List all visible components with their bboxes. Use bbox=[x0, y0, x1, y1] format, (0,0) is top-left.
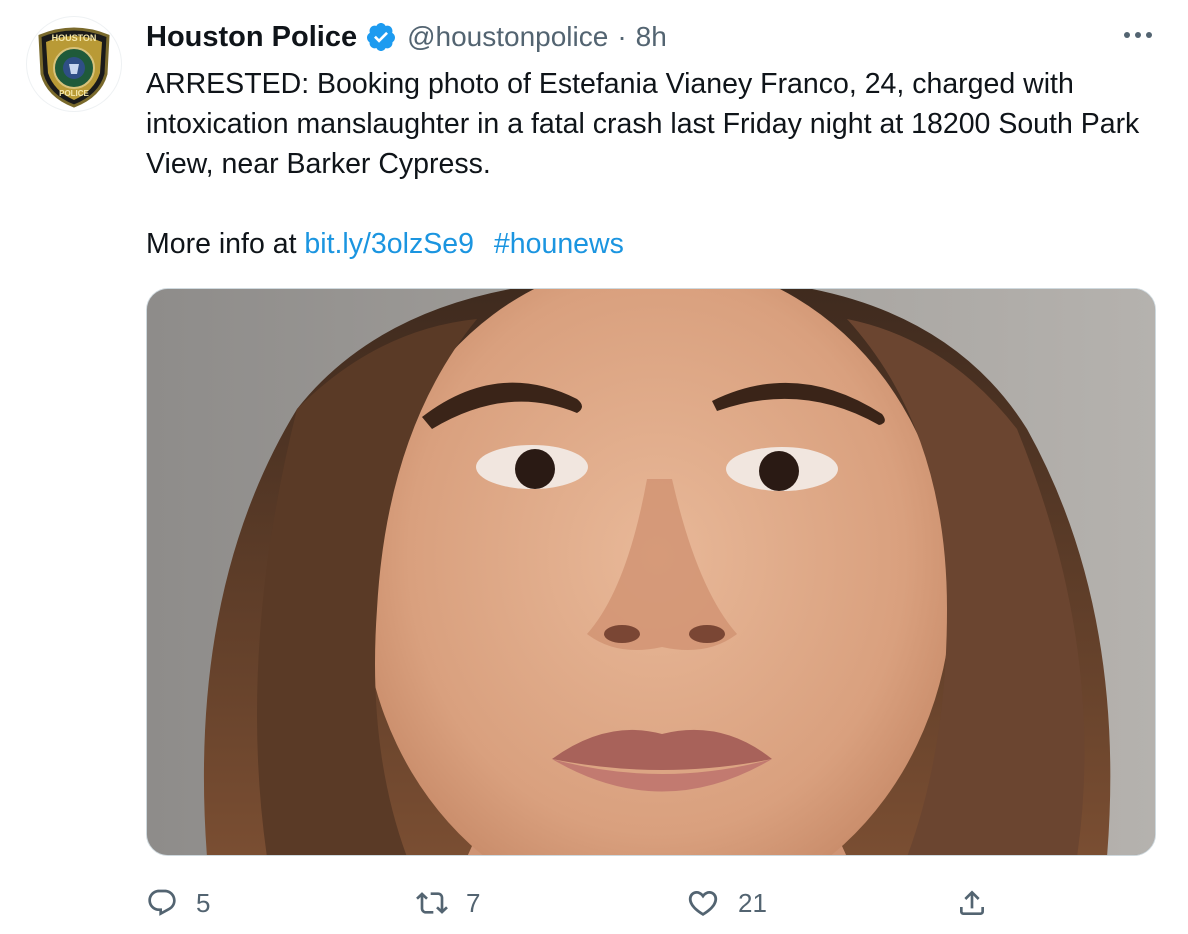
houston-police-badge-logo: HOUSTON POLICE bbox=[38, 27, 110, 108]
heart-icon bbox=[688, 890, 718, 916]
like-count: 21 bbox=[738, 887, 767, 918]
retweet-icon bbox=[416, 892, 448, 914]
share-icon bbox=[960, 890, 984, 915]
more-horizontal-icon bbox=[1124, 32, 1152, 38]
author-name[interactable]: Houston Police bbox=[146, 21, 357, 54]
retweet-count: 7 bbox=[466, 887, 481, 918]
reply-button[interactable]: 5 bbox=[146, 878, 210, 928]
hashtag-link[interactable]: #hounews bbox=[494, 228, 624, 260]
header-separator: · bbox=[617, 21, 627, 52]
like-button[interactable]: 21 bbox=[686, 878, 767, 928]
tweet-action-bar: 5 7 21 bbox=[146, 878, 1156, 928]
retweet-button[interactable]: 7 bbox=[416, 878, 480, 928]
tweet-link[interactable]: bit.ly/3olzSe9 bbox=[304, 228, 474, 260]
author-handle[interactable]: @houstonpolice bbox=[407, 21, 608, 53]
tweet[interactable]: HOUSTON POLICE Houston Police @houstonpo… bbox=[0, 0, 1188, 934]
reply-icon bbox=[148, 889, 176, 916]
more-info-prefix: More info at bbox=[146, 228, 305, 260]
booking-photo-image bbox=[147, 289, 1155, 855]
tweet-body-text: ARRESTED: Booking photo of Estefania Via… bbox=[146, 68, 1140, 180]
share-button[interactable] bbox=[956, 878, 988, 928]
badge-bottom-text: POLICE bbox=[59, 89, 89, 98]
tweet-more-info: More info at bit.ly/3olzSe9 #hounews bbox=[146, 224, 1166, 264]
more-options-button[interactable] bbox=[1118, 20, 1158, 50]
avatar[interactable]: HOUSTON POLICE bbox=[26, 16, 122, 112]
tweet-media-photo[interactable] bbox=[146, 288, 1156, 856]
verified-badge-icon bbox=[365, 21, 397, 53]
tweet-text: ARRESTED: Booking photo of Estefania Via… bbox=[146, 64, 1166, 264]
badge-top-text: HOUSTON bbox=[52, 33, 97, 43]
tweet-timestamp[interactable]: 8h bbox=[636, 21, 667, 53]
reply-count: 5 bbox=[196, 887, 211, 918]
tweet-header: Houston Police @houstonpolice · 8h bbox=[146, 16, 667, 58]
